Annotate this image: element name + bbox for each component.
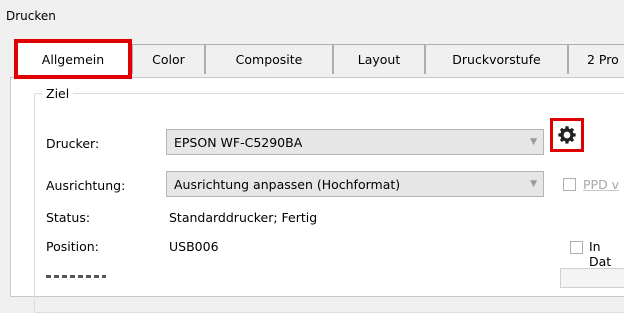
printer-label: Drucker: (46, 136, 100, 151)
chevron-down-icon: ▼ (530, 179, 537, 189)
cut-off-label (46, 270, 106, 278)
tab-allgemein[interactable]: Allgemein (14, 39, 132, 79)
target-group-title: Ziel (42, 86, 74, 101)
chevron-down-icon: ▼ (530, 137, 537, 147)
printer-select-value: EPSON WF-C5290BA (174, 134, 303, 150)
status-label: Status: (46, 210, 91, 225)
tab-color[interactable]: Color (132, 44, 205, 74)
tab-layout[interactable]: Layout (333, 44, 425, 74)
printer-settings-button[interactable] (550, 118, 584, 152)
position-label: Position: (46, 239, 99, 254)
tab-strip: Allgemein Color Composite Layout Druckvo… (10, 39, 624, 79)
status-value: Standarddrucker; Fertig (169, 210, 318, 225)
gear-icon (558, 126, 576, 144)
cut-off-select[interactable] (560, 268, 624, 288)
printer-select[interactable]: EPSON WF-C5290BA ▼ (166, 129, 544, 155)
orientation-select-value: Ausrichtung anpassen (Hochformat) (174, 176, 401, 192)
in-file-checkbox-label: In Dat (589, 239, 612, 269)
tab-2-pro[interactable]: 2 Pro (568, 44, 624, 74)
position-value: USB006 (169, 239, 219, 254)
orientation-label: Ausrichtung: (46, 178, 126, 193)
target-group (34, 93, 624, 313)
orientation-select[interactable]: Ausrichtung anpassen (Hochformat) ▼ (166, 171, 544, 197)
window-title: Drucken (6, 9, 56, 23)
ppd-checkbox[interactable] (563, 178, 576, 191)
tab-composite[interactable]: Composite (205, 44, 333, 74)
tab-druckvorstufe[interactable]: Druckvorstufe (425, 44, 568, 74)
in-file-checkbox[interactable] (570, 241, 583, 254)
ppd-checkbox-label: PPD v (583, 177, 620, 192)
